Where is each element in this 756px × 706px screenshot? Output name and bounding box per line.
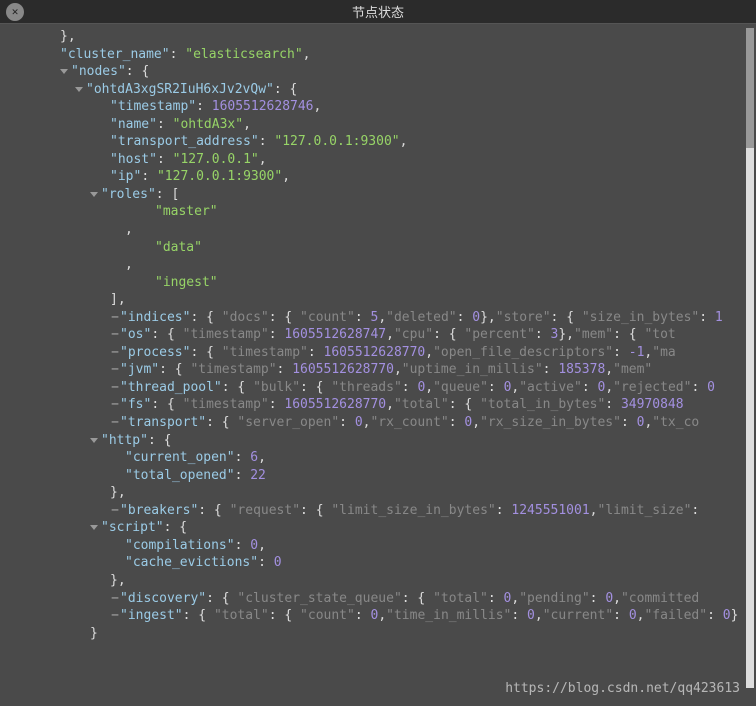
expand-dash-icon[interactable]: −	[110, 502, 120, 520]
watermark: https://blog.csdn.net/qq423613	[505, 681, 740, 696]
name-row: "name": "ohtdA3x",	[10, 116, 746, 134]
expand-dash-icon[interactable]: −	[110, 607, 120, 625]
expand-dash-icon[interactable]: −	[110, 590, 120, 608]
expand-dash-icon[interactable]: −	[110, 379, 120, 397]
os-row[interactable]: −"os": { "timestamp": 1605512628747,"cpu…	[10, 326, 746, 344]
discovery-row[interactable]: −"discovery": { "cluster_state_queue": {…	[10, 590, 746, 608]
brace: },	[10, 28, 746, 46]
transport-row[interactable]: −"transport": { "server_open": 0,"rx_cou…	[10, 414, 746, 432]
close-icon[interactable]: ✕	[6, 3, 24, 21]
cluster-name-row: "cluster_name": "elasticsearch",	[10, 46, 746, 64]
json-viewer: }, "cluster_name": "elasticsearch", "nod…	[0, 24, 756, 694]
timestamp-row: "timestamp": 1605512628746,	[10, 98, 746, 116]
expand-dash-icon[interactable]: −	[110, 361, 120, 379]
title-bar: ✕ 节点状态	[0, 0, 756, 24]
ingest-row[interactable]: −"ingest": { "total": { "count": 0,"time…	[10, 607, 746, 625]
collapse-arrow-icon[interactable]	[90, 192, 98, 197]
roles-row[interactable]: "roles": [	[10, 186, 746, 204]
indices-row[interactable]: −"indices": { "docs": { "count": 5,"dele…	[10, 309, 746, 327]
collapse-arrow-icon[interactable]	[60, 69, 68, 74]
fs-row[interactable]: −"fs": { "timestamp": 1605512628770,"tot…	[10, 396, 746, 414]
total-opened-row: "total_opened": 22	[10, 467, 746, 485]
brace-close: }	[10, 625, 746, 643]
collapse-arrow-icon[interactable]	[75, 87, 83, 92]
compilations-row: "compilations": 0,	[10, 537, 746, 555]
expand-dash-icon[interactable]: −	[110, 344, 120, 362]
expand-dash-icon[interactable]: −	[110, 396, 120, 414]
expand-dash-icon[interactable]: −	[110, 326, 120, 344]
thread-pool-row[interactable]: −"thread_pool": { "bulk": { "threads": 0…	[10, 379, 746, 397]
script-row[interactable]: "script": {	[10, 519, 746, 537]
ip-row: "ip": "127.0.0.1:9300",	[10, 168, 746, 186]
collapse-arrow-icon[interactable]	[90, 438, 98, 443]
expand-dash-icon[interactable]: −	[110, 309, 120, 327]
comma: ,	[10, 256, 746, 274]
brace-close: },	[10, 572, 746, 590]
host-row: "host": "127.0.0.1",	[10, 151, 746, 169]
role-ingest: "ingest"	[10, 274, 746, 292]
array-close: ],	[10, 291, 746, 309]
jvm-row[interactable]: −"jvm": { "timestamp": 1605512628770,"up…	[10, 361, 746, 379]
cache-evictions-row: "cache_evictions": 0	[10, 554, 746, 572]
scrollbar-track[interactable]	[746, 28, 754, 688]
collapse-arrow-icon[interactable]	[90, 525, 98, 530]
brace-close: },	[10, 484, 746, 502]
role-master: "master"	[10, 203, 746, 221]
current-open-row: "current_open": 6,	[10, 449, 746, 467]
process-row[interactable]: −"process": { "timestamp": 1605512628770…	[10, 344, 746, 362]
http-row[interactable]: "http": {	[10, 432, 746, 450]
expand-dash-icon[interactable]: −	[110, 414, 120, 432]
window-title: 节点状态	[352, 2, 404, 21]
scrollbar-thumb[interactable]	[746, 28, 754, 148]
role-data: "data"	[10, 239, 746, 257]
nodes-row[interactable]: "nodes": {	[10, 63, 746, 81]
comma: ,	[10, 221, 746, 239]
node-id-row[interactable]: "ohtdA3xgSR2IuH6xJv2vQw": {	[10, 81, 746, 99]
transport-address-row: "transport_address": "127.0.0.1:9300",	[10, 133, 746, 151]
breakers-row[interactable]: −"breakers": { "request": { "limit_size_…	[10, 502, 746, 520]
